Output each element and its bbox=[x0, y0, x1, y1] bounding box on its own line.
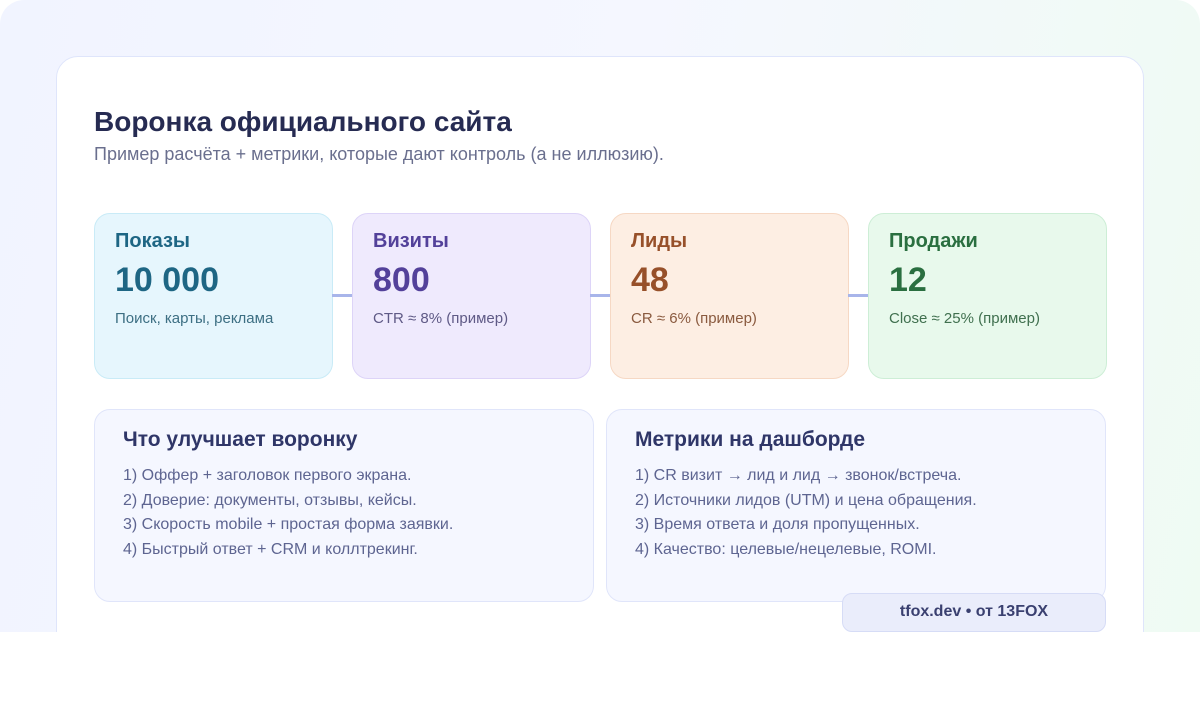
stage-note: CTR ≈ 8% (пример) bbox=[373, 310, 509, 327]
stage-value: 12 bbox=[889, 261, 927, 299]
funnel-stage-impressions: Показы 10 000 Поиск, карты, реклама bbox=[94, 213, 333, 379]
funnel-stage-visits: Визиты 800 CTR ≈ 8% (пример) bbox=[352, 213, 591, 379]
stage-value: 10 000 bbox=[115, 261, 219, 299]
list-item: 3) Скорость mobile + простая форма заявк… bbox=[123, 516, 454, 533]
panel-title: Метрики на дашборде bbox=[635, 428, 865, 451]
stage-name: Лиды bbox=[631, 230, 688, 252]
list-item: 1) CR визит → лид и лид → звонок/встреча… bbox=[635, 467, 962, 484]
improve-funnel-panel: Что улучшает воронку 1) Оффер + заголово… bbox=[94, 409, 594, 602]
dashboard-metrics-panel: Метрики на дашборде 1) CR визит → лид и … bbox=[606, 409, 1106, 602]
stage-name: Продажи bbox=[889, 230, 978, 252]
funnel-stage-leads: Лиды 48 CR ≈ 6% (пример) bbox=[610, 213, 849, 379]
panel-title: Что улучшает воронку bbox=[123, 428, 358, 451]
brand-badge: tfox.dev • от 13FOX bbox=[842, 593, 1106, 632]
bottom-area bbox=[0, 632, 1200, 720]
stage-note: Поиск, карты, реклама bbox=[115, 310, 274, 327]
stage-note: CR ≈ 6% (пример) bbox=[631, 310, 757, 327]
stage-name: Показы bbox=[115, 230, 190, 252]
list-item: 2) Доверие: документы, отзывы, кейсы. bbox=[123, 491, 417, 509]
page-title: Воронка официального сайта bbox=[94, 106, 512, 137]
page-subtitle: Пример расчёта + метрики, которые дают к… bbox=[94, 144, 664, 164]
funnel-stage-sales: Продажи 12 Close ≈ 25% (пример) bbox=[868, 213, 1107, 379]
funnel-connector bbox=[332, 294, 353, 297]
stage-value: 800 bbox=[373, 261, 430, 299]
stage-value: 48 bbox=[631, 261, 669, 299]
list-item: 1) Оффер + заголовок первого экрана. bbox=[123, 467, 412, 484]
list-item: 3) Время ответа и доля пропущенных. bbox=[635, 516, 920, 533]
stage-name: Визиты bbox=[373, 230, 449, 252]
list-item: 4) Качество: целевые/нецелевые, ROMI. bbox=[635, 540, 937, 558]
funnel-connector bbox=[590, 294, 611, 297]
list-item: 2) Источники лидов (UTM) и цена обращени… bbox=[635, 491, 977, 509]
list-item: 4) Быстрый ответ + CRM и коллтрекинг. bbox=[123, 540, 418, 558]
funnel-connector bbox=[848, 294, 869, 297]
stage-note: Close ≈ 25% (пример) bbox=[889, 310, 1040, 327]
